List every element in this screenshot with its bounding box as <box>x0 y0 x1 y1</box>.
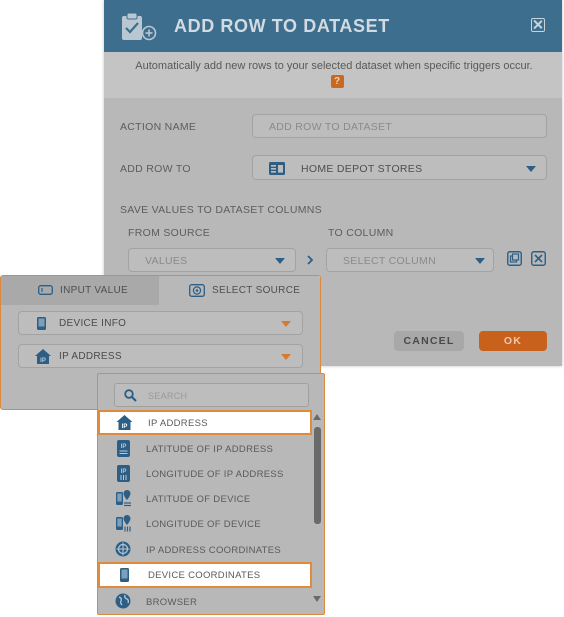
field-dropdown[interactable]: IP IP ADDRESS <box>18 344 303 368</box>
list-item-label: IP ADDRESS <box>148 418 208 429</box>
dialog-subtitle: Automatically add new rows to your selec… <box>134 59 534 89</box>
ip-lat-icon: IP <box>117 440 130 457</box>
subtitle-text: Automatically add new rows to your selec… <box>135 60 533 72</box>
scroll-down-icon[interactable] <box>313 596 321 602</box>
dialog-subtitle-bar: Automatically add new rows to your selec… <box>104 52 562 98</box>
search-placeholder: SEARCH <box>148 391 188 401</box>
list-item[interactable]: LONGITUDE OF DEVICE <box>98 511 312 536</box>
scroll-up-icon[interactable] <box>313 414 321 420</box>
field-dropdown-value: IP ADDRESS <box>59 351 122 362</box>
crosshair-icon <box>115 541 131 557</box>
device-lat-icon <box>116 490 131 507</box>
cancel-button[interactable]: CANCEL <box>394 331 464 351</box>
add-row-to-label: ADD ROW TO <box>120 163 191 175</box>
chevron-down-icon <box>281 321 291 327</box>
ip-home-icon: IP <box>116 415 133 430</box>
tab-select-label: SELECT SOURCE <box>212 285 301 296</box>
device-long-icon <box>116 515 131 532</box>
to-column-label: TO COLUMN <box>328 227 394 239</box>
list-item-label: LATITUDE OF DEVICE <box>146 494 251 505</box>
dataset-clipboard-icon <box>122 12 157 41</box>
list-item-label: DEVICE COORDINATES <box>148 570 261 581</box>
from-source-select[interactable]: VALUES <box>128 248 296 272</box>
scroll-thumb[interactable] <box>314 427 321 524</box>
list-item[interactable]: DEVICE COORDINATES <box>98 562 312 588</box>
tab-select-source[interactable]: SELECT SOURCE <box>159 276 320 305</box>
list-scrollbar[interactable] <box>312 414 324 614</box>
ip-long-icon: IP <box>117 465 130 482</box>
svg-text:IP: IP <box>122 424 128 430</box>
list-item-label: LATITUDE OF IP ADDRESS <box>146 444 274 455</box>
phone-icon <box>37 317 46 330</box>
chevron-down-icon <box>475 258 485 264</box>
to-column-select[interactable]: SELECT COLUMN <box>326 248 494 272</box>
list-item-label: BROWSER <box>146 597 198 608</box>
to-column-value: SELECT COLUMN <box>343 255 436 267</box>
help-icon[interactable]: ? <box>330 74 344 88</box>
dialog-header: ADD ROW TO DATASET <box>104 0 562 52</box>
chevron-right-icon <box>307 255 314 265</box>
remove-icon[interactable] <box>531 251 546 266</box>
target-icon <box>189 284 205 297</box>
phone-icon <box>120 568 129 582</box>
list-item[interactable]: IP ADDRESS COORDINATES <box>98 537 312 562</box>
tab-input-label: INPUT VALUE <box>60 285 128 296</box>
list-item-label: LONGITUDE OF IP ADDRESS <box>146 469 284 480</box>
copy-icon[interactable] <box>507 251 522 266</box>
list-item[interactable]: IP LATITUDE OF IP ADDRESS <box>98 436 312 461</box>
search-icon <box>124 389 137 402</box>
globe-icon <box>115 593 131 609</box>
add-row-to-value: HOME DEPOT STORES <box>301 163 423 175</box>
action-name-placeholder: ADD ROW TO DATASET <box>269 121 393 133</box>
from-source-label: FROM SOURCE <box>128 227 211 239</box>
svg-text:IP: IP <box>121 444 127 450</box>
source-tabs: INPUT VALUE SELECT SOURCE <box>1 276 320 305</box>
save-values-label: SAVE VALUES TO DATASET COLUMNS <box>120 204 322 216</box>
list-item-label: IP ADDRESS COORDINATES <box>146 545 282 556</box>
list-item[interactable]: LATITUDE OF DEVICE <box>98 486 312 511</box>
list-item[interactable]: BROWSER <box>98 589 312 614</box>
close-icon[interactable] <box>531 18 545 32</box>
add-row-to-select[interactable]: HOME DEPOT STORES <box>252 155 547 180</box>
ip-home-icon: IP <box>35 349 51 364</box>
list-item-label: LONGITUDE OF DEVICE <box>146 519 261 530</box>
source-dropdown[interactable]: DEVICE INFO <box>18 311 303 335</box>
tab-input-value[interactable]: INPUT VALUE <box>1 276 159 305</box>
dialog-title: ADD ROW TO DATASET <box>174 16 390 36</box>
dataset-table-icon <box>269 162 285 175</box>
action-name-input[interactable]: ADD ROW TO DATASET <box>252 114 547 138</box>
chevron-down-icon <box>526 166 536 172</box>
input-value-icon <box>38 285 53 295</box>
source-dropdown-value: DEVICE INFO <box>59 318 127 329</box>
from-source-value: VALUES <box>145 255 188 267</box>
svg-text:IP: IP <box>40 358 46 364</box>
list-item[interactable]: IP IP ADDRESS <box>98 410 312 435</box>
chevron-down-icon <box>281 354 291 360</box>
svg-text:IP: IP <box>121 469 127 475</box>
field-list-popover: SEARCH IP IP ADDRESS IP LATITUDE OF IP A… <box>97 373 325 615</box>
list-item[interactable]: IP LONGITUDE OF IP ADDRESS <box>98 461 312 486</box>
action-name-label: ACTION NAME <box>120 121 197 133</box>
chevron-down-icon <box>275 258 285 264</box>
search-input[interactable]: SEARCH <box>114 383 309 407</box>
ok-button[interactable]: OK <box>479 331 547 351</box>
